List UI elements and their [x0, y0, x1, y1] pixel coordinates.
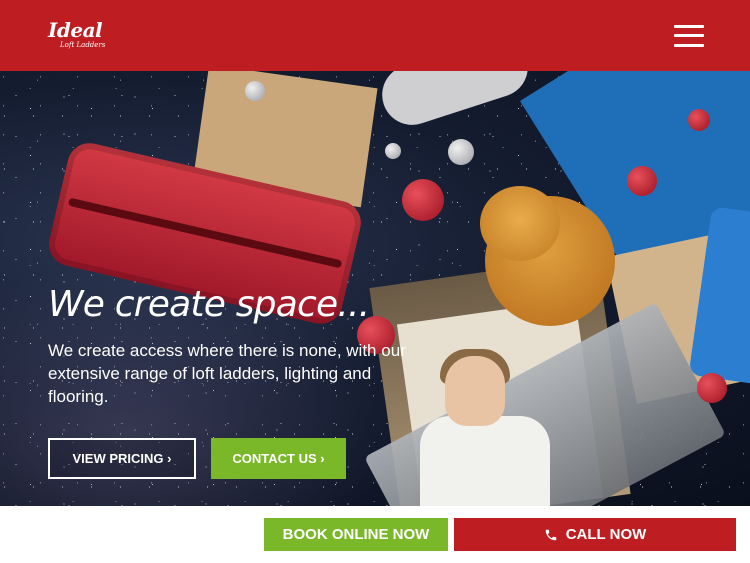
hero-text-block: We create space... We create access wher…	[48, 283, 408, 408]
view-pricing-button[interactable]: VIEW PRICING ›	[48, 438, 196, 479]
logo-sub-text: Loft Ladders	[60, 40, 106, 49]
site-header: Ideal Loft Ladders	[0, 0, 750, 71]
phone-icon	[545, 529, 556, 540]
menu-line	[674, 24, 704, 28]
menu-line	[674, 34, 704, 37]
ornament-bauble	[245, 81, 265, 101]
call-now-label: CALL NOW	[565, 526, 647, 543]
ornament-bauble	[402, 179, 444, 221]
chevron-right-icon: ›	[167, 451, 172, 466]
hero-banner: We create space... We create access wher…	[0, 71, 750, 506]
ornament-bauble	[448, 139, 474, 165]
contact-us-button[interactable]: CONTACT US ›	[211, 438, 346, 479]
hero-description: We create access where there is none, wi…	[48, 341, 406, 406]
hamburger-menu-icon[interactable]	[674, 24, 704, 47]
logo-main-text: Ideal	[48, 17, 103, 42]
chevron-right-icon: ›	[320, 451, 325, 466]
child-figure-body	[420, 416, 550, 506]
hero-title: We create space...	[48, 284, 370, 325]
teddy-bear-head	[480, 186, 560, 261]
sticky-cta-bar: BOOK ONLINE NOW CALL NOW	[0, 506, 750, 563]
call-now-button[interactable]: CALL NOW	[454, 518, 736, 551]
site-logo[interactable]: Ideal Loft Ladders	[46, 16, 116, 56]
view-pricing-label: VIEW PRICING	[72, 451, 164, 466]
ornament-bauble	[627, 166, 657, 196]
ornament-bauble	[688, 109, 710, 131]
ornament-bauble	[697, 373, 727, 403]
book-online-button[interactable]: BOOK ONLINE NOW	[264, 518, 448, 551]
book-online-label: BOOK ONLINE NOW	[282, 526, 430, 543]
menu-line	[674, 43, 704, 47]
child-figure-face	[445, 356, 505, 426]
ornament-bauble	[385, 143, 401, 159]
contact-us-label: CONTACT US	[232, 451, 317, 466]
